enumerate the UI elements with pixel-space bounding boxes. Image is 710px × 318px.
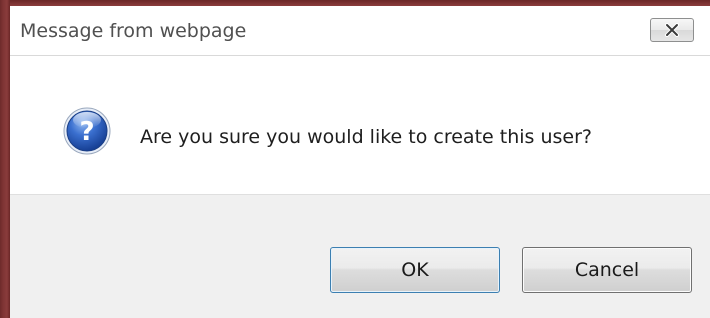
svg-text:?: ?	[79, 117, 94, 147]
title-bar[interactable]: Message from webpage	[10, 6, 710, 56]
dialog-message: Are you sure you would like to create th…	[140, 126, 592, 148]
ok-button[interactable]: OK	[330, 247, 500, 293]
dialog-content: ? Are you sure you would like to create …	[10, 56, 710, 194]
dialog-title: Message from webpage	[20, 20, 247, 42]
dialog-footer: OK Cancel	[10, 194, 710, 318]
dialog-window: Message from webpage ? Are you sure you …	[0, 0, 710, 318]
close-button[interactable]	[650, 18, 694, 42]
cancel-button[interactable]: Cancel	[522, 247, 692, 293]
close-icon	[664, 23, 680, 37]
window-frame-left	[0, 0, 10, 318]
question-icon: ?	[62, 106, 112, 156]
